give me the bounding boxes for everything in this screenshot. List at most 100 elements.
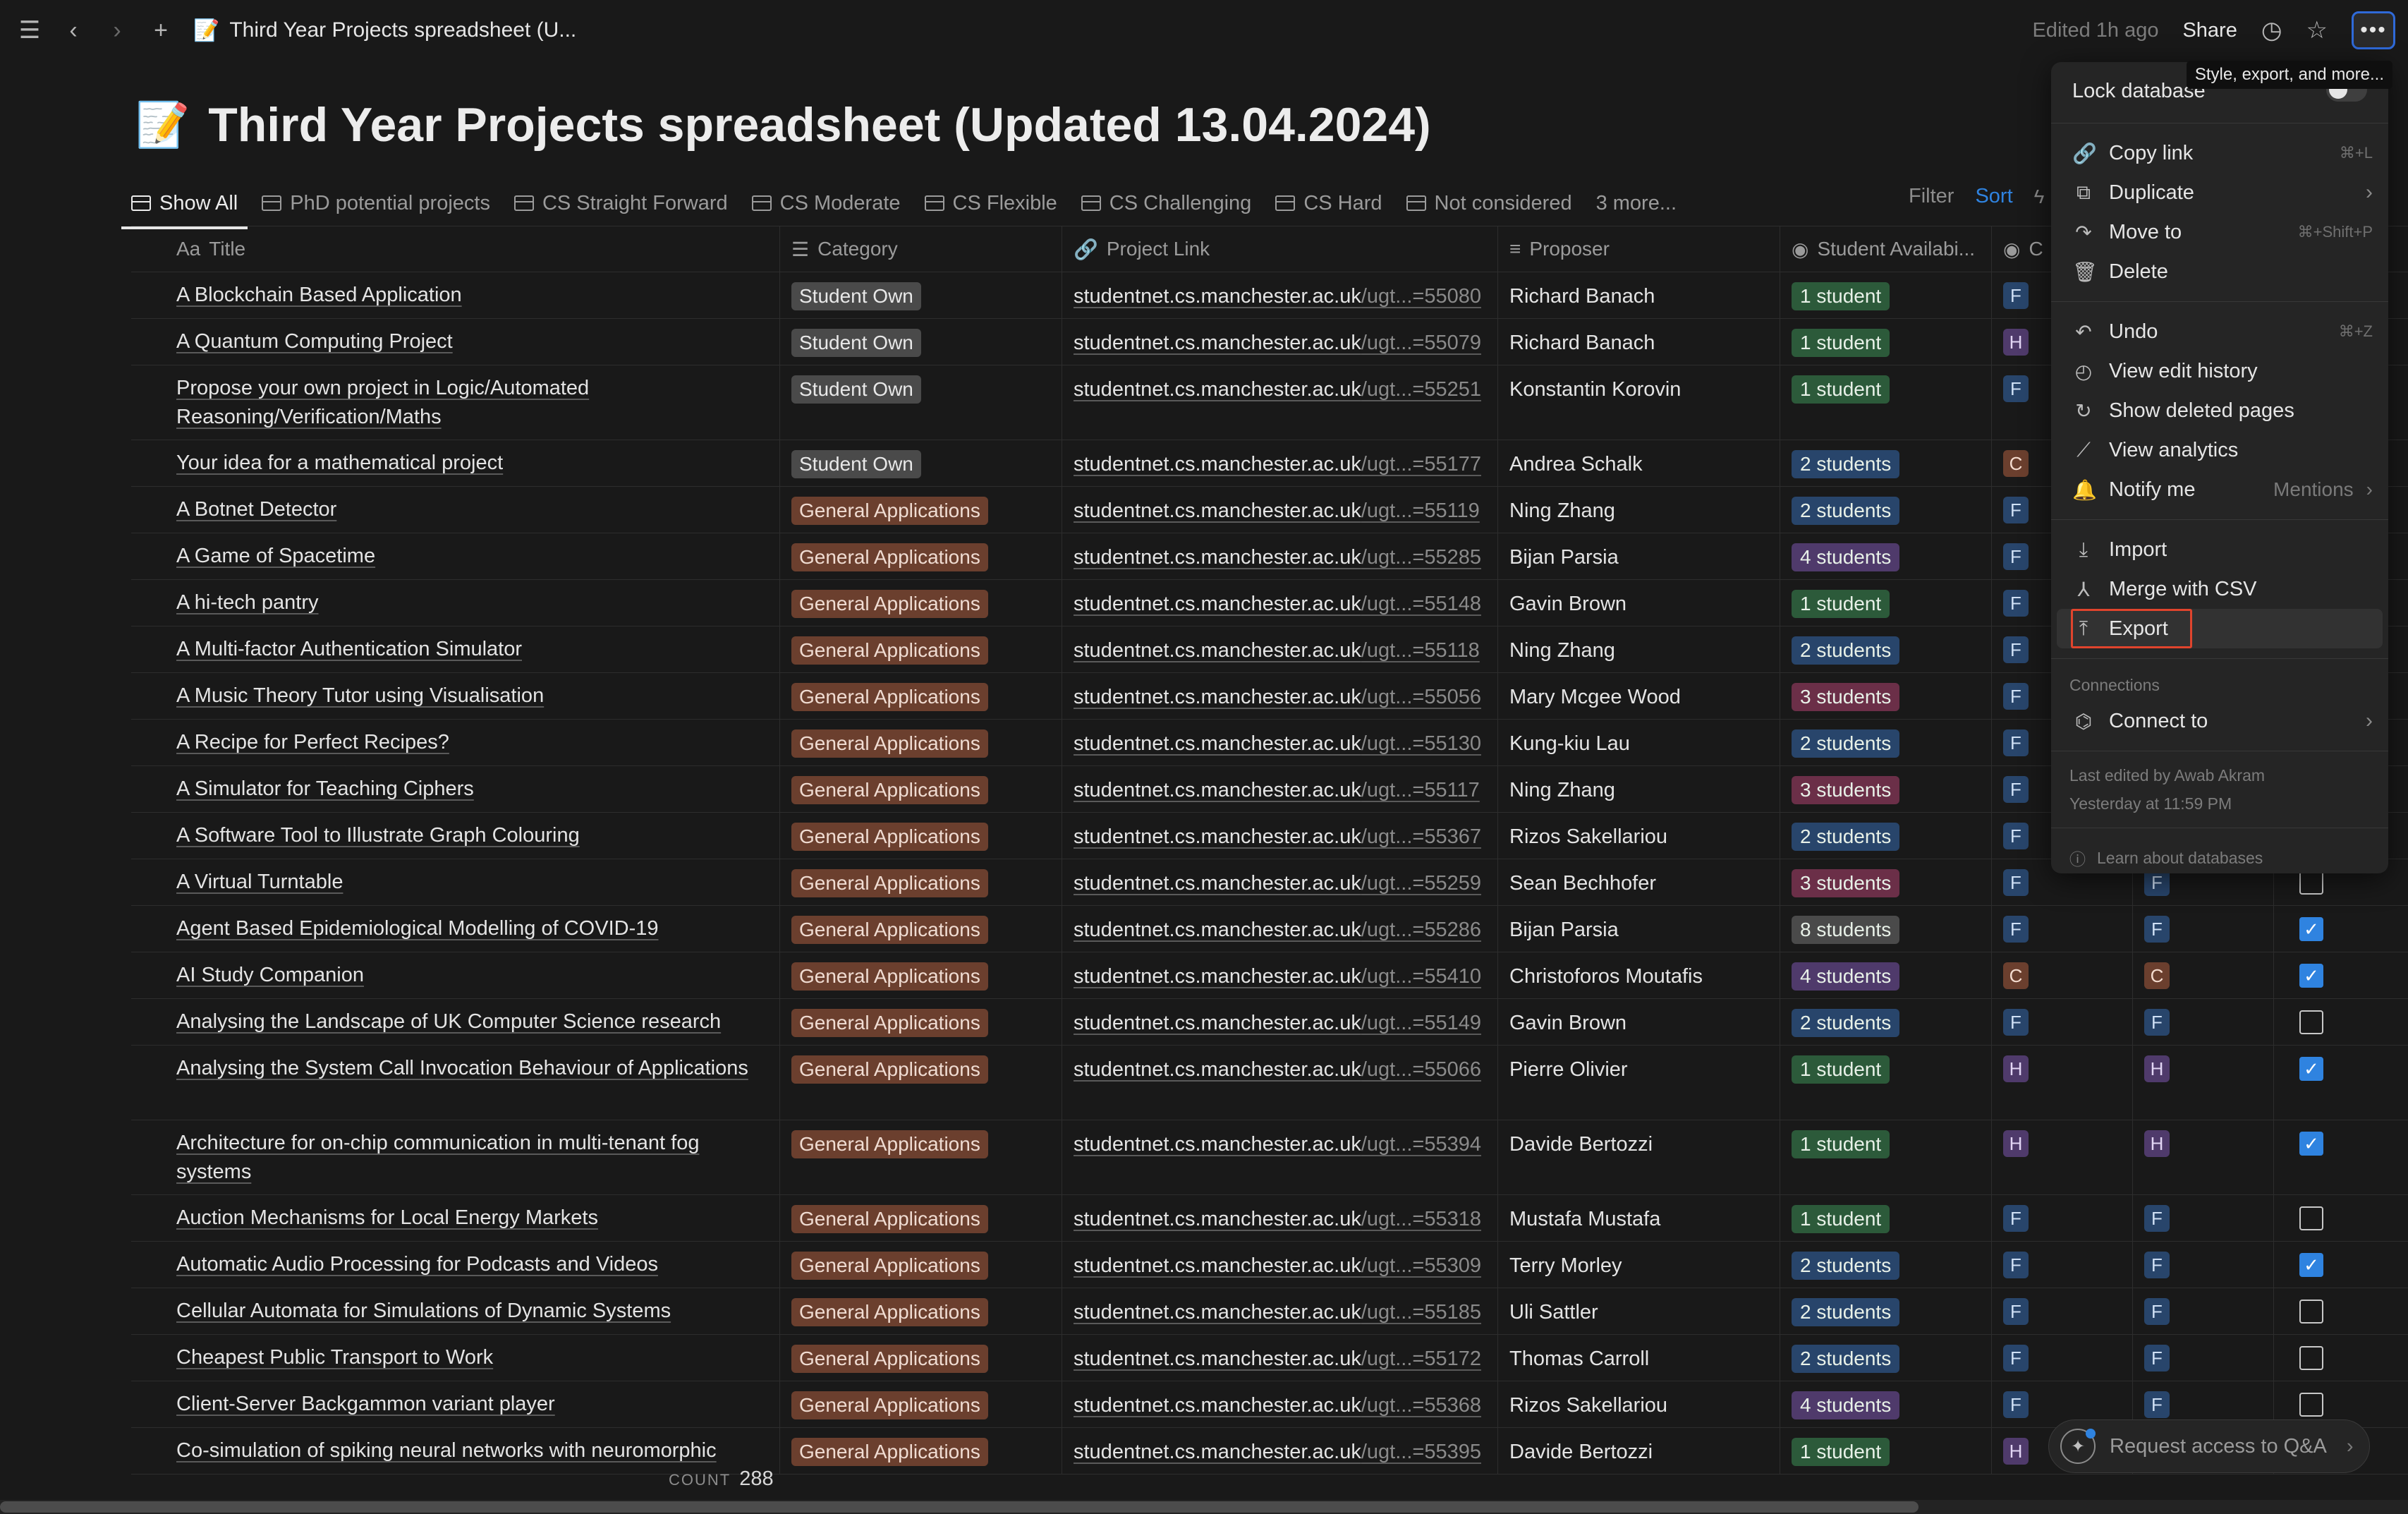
project-title[interactable]: Architecture for on-chip communication i…	[176, 1129, 768, 1187]
category-cell[interactable]: General Applications	[780, 859, 1062, 905]
menu-item-view-edit-history[interactable]: ◴ View edit history	[2051, 351, 2388, 391]
menu-icon[interactable]: ☰	[16, 16, 44, 44]
level-cell[interactable]: F	[1992, 999, 2133, 1045]
proposer-cell[interactable]: Terry Morley	[1498, 1242, 1780, 1288]
category-cell[interactable]: General Applications	[780, 580, 1062, 626]
horizontal-scrollbar-thumb[interactable]	[0, 1501, 1919, 1513]
table-row[interactable]: Agent Based Epidemiological Modelling of…	[131, 906, 2408, 952]
project-link[interactable]: studentnet.cs.manchester.ac.uk/ugt...=55…	[1074, 825, 1481, 849]
project-link[interactable]: studentnet.cs.manchester.ac.uk/ugt...=55…	[1074, 1133, 1481, 1156]
proposer-cell[interactable]: Thomas Carroll	[1498, 1335, 1780, 1381]
project-title[interactable]: Analysing the System Call Invocation Beh…	[176, 1054, 748, 1083]
table-row[interactable]: Architecture for on-chip communication i…	[131, 1120, 2408, 1195]
proposer-cell[interactable]: Konstantin Korovin	[1498, 365, 1780, 440]
project-link[interactable]: studentnet.cs.manchester.ac.uk/ugt...=55…	[1074, 453, 1481, 476]
checkbox-cell[interactable]	[2274, 1335, 2408, 1381]
proposer-cell[interactable]: Ning Zhang	[1498, 487, 1780, 533]
project-link[interactable]: studentnet.cs.manchester.ac.uk/ugt...=55…	[1074, 779, 1480, 802]
table-row[interactable]: Cellular Automata for Simulations of Dyn…	[131, 1288, 2408, 1335]
category-cell[interactable]: Student Own	[780, 365, 1062, 440]
column-project-link[interactable]: 🔗 Project Link	[1062, 226, 1498, 272]
menu-item-duplicate[interactable]: ⧉ Duplicate ›	[2051, 173, 2388, 212]
clock-icon[interactable]: ◷	[2261, 16, 2282, 44]
column-student-availability[interactable]: ◉ Student Availabi...	[1780, 226, 1992, 272]
project-title[interactable]: A Virtual Turntable	[176, 868, 343, 897]
availability-cell[interactable]: 4 students	[1780, 1381, 1992, 1427]
proposer-cell[interactable]: Mary Mcgee Wood	[1498, 673, 1780, 719]
title-cell[interactable]: Automatic Audio Processing for Podcasts …	[131, 1242, 780, 1288]
availability-cell[interactable]: 2 students	[1780, 999, 1992, 1045]
table-row[interactable]: Auction Mechanisms for Local Energy Mark…	[131, 1195, 2408, 1242]
checkbox[interactable]	[2299, 1346, 2323, 1370]
project-link[interactable]: studentnet.cs.manchester.ac.uk/ugt...=55…	[1074, 919, 1481, 942]
availability-cell[interactable]: 3 students	[1780, 673, 1992, 719]
link-cell[interactable]: studentnet.cs.manchester.ac.uk/ugt...=55…	[1062, 859, 1498, 905]
project-link[interactable]: studentnet.cs.manchester.ac.uk/ugt...=55…	[1074, 1254, 1481, 1278]
project-title[interactable]: Cellular Automata for Simulations of Dyn…	[176, 1297, 671, 1326]
link-cell[interactable]: studentnet.cs.manchester.ac.uk/ugt...=55…	[1062, 580, 1498, 626]
project-link[interactable]: studentnet.cs.manchester.ac.uk/ugt...=55…	[1074, 499, 1480, 523]
category-cell[interactable]: General Applications	[780, 906, 1062, 952]
tab-7[interactable]: Not considered	[1406, 183, 1572, 224]
checkbox[interactable]	[2299, 1010, 2323, 1034]
title-cell[interactable]: Cheapest Public Transport to Work	[131, 1335, 780, 1381]
project-title[interactable]: A Blockchain Based Application	[176, 281, 462, 310]
proposer-cell[interactable]: Richard Banach	[1498, 272, 1780, 318]
availability-cell[interactable]: 1 student	[1780, 365, 1992, 440]
checkbox[interactable]	[2299, 1393, 2323, 1417]
title-cell[interactable]: Auction Mechanisms for Local Energy Mark…	[131, 1195, 780, 1241]
table-row[interactable]: Cheapest Public Transport to Work General…	[131, 1335, 2408, 1381]
title-cell[interactable]: A Game of Spacetime	[131, 533, 780, 579]
menu-item-connect-to[interactable]: ⌬ Connect to ›	[2051, 701, 2388, 741]
checkbox[interactable]: ✓	[2299, 917, 2323, 941]
level-cell[interactable]: F	[1992, 1195, 2133, 1241]
link-cell[interactable]: studentnet.cs.manchester.ac.uk/ugt...=55…	[1062, 1381, 1498, 1427]
title-emoji-icon[interactable]: 📝	[135, 99, 190, 151]
title-cell[interactable]: A Simulator for Teaching Ciphers	[131, 766, 780, 812]
title-cell[interactable]: A Music Theory Tutor using Visualisation	[131, 673, 780, 719]
availability-cell[interactable]: 2 students	[1780, 1335, 1992, 1381]
level-cell-2[interactable]: F	[2133, 1335, 2274, 1381]
project-link[interactable]: studentnet.cs.manchester.ac.uk/ugt...=55…	[1074, 593, 1481, 616]
more-options-button[interactable]: •••	[2352, 11, 2395, 49]
link-cell[interactable]: studentnet.cs.manchester.ac.uk/ugt...=55…	[1062, 1288, 1498, 1334]
table-row[interactable]: Analysing the Landscape of UK Computer S…	[131, 999, 2408, 1046]
level-cell-2[interactable]: C	[2133, 952, 2274, 998]
tab-3[interactable]: CS Moderate	[751, 183, 901, 224]
menu-item-notify-me[interactable]: 🔔 Notify me Mentions ›	[2051, 470, 2388, 509]
proposer-cell[interactable]: Rizos Sakellariou	[1498, 813, 1780, 859]
title-cell[interactable]: A hi-tech pantry	[131, 580, 780, 626]
proposer-cell[interactable]: Mustafa Mustafa	[1498, 1195, 1780, 1241]
project-title[interactable]: A Quantum Computing Project	[176, 327, 453, 356]
column-proposer[interactable]: ≡ Proposer	[1498, 226, 1780, 272]
level-cell-2[interactable]: F	[2133, 1195, 2274, 1241]
title-cell[interactable]: Architecture for on-chip communication i…	[131, 1120, 780, 1194]
title-cell[interactable]: Cellular Automata for Simulations of Dyn…	[131, 1288, 780, 1334]
title-cell[interactable]: Analysing the System Call Invocation Beh…	[131, 1046, 780, 1120]
link-cell[interactable]: studentnet.cs.manchester.ac.uk/ugt...=55…	[1062, 906, 1498, 952]
title-cell[interactable]: A Botnet Detector	[131, 487, 780, 533]
proposer-cell[interactable]: Gavin Brown	[1498, 999, 1780, 1045]
request-qa-button[interactable]: ✦ Request access to Q&A ›	[2048, 1419, 2370, 1473]
checkbox-cell[interactable]	[2274, 1195, 2408, 1241]
link-cell[interactable]: studentnet.cs.manchester.ac.uk/ugt...=55…	[1062, 365, 1498, 440]
proposer-cell[interactable]: Ning Zhang	[1498, 766, 1780, 812]
project-title[interactable]: A Multi-factor Authentication Simulator	[176, 635, 522, 664]
proposer-cell[interactable]: Bijan Parsia	[1498, 533, 1780, 579]
level-cell-2[interactable]: H	[2133, 1046, 2274, 1120]
category-cell[interactable]: General Applications	[780, 1288, 1062, 1334]
star-icon[interactable]: ☆	[2306, 16, 2328, 44]
project-link[interactable]: studentnet.cs.manchester.ac.uk/ugt...=55…	[1074, 1441, 1481, 1464]
proposer-cell[interactable]: Kung-kiu Lau	[1498, 720, 1780, 765]
tab-1[interactable]: PhD potential projects	[262, 183, 490, 224]
proposer-cell[interactable]: Gavin Brown	[1498, 580, 1780, 626]
checkbox[interactable]	[2299, 1300, 2323, 1324]
checkbox-cell[interactable]: ✓	[2274, 1046, 2408, 1120]
level-cell[interactable]: F	[1992, 1242, 2133, 1288]
project-link[interactable]: studentnet.cs.manchester.ac.uk/ugt...=55…	[1074, 732, 1481, 756]
availability-cell[interactable]: 2 students	[1780, 626, 1992, 672]
level-cell[interactable]: F	[1992, 1335, 2133, 1381]
category-cell[interactable]: Student Own	[780, 319, 1062, 365]
title-cell[interactable]: AI Study Companion	[131, 952, 780, 998]
checkbox[interactable]: ✓	[2299, 1253, 2323, 1277]
